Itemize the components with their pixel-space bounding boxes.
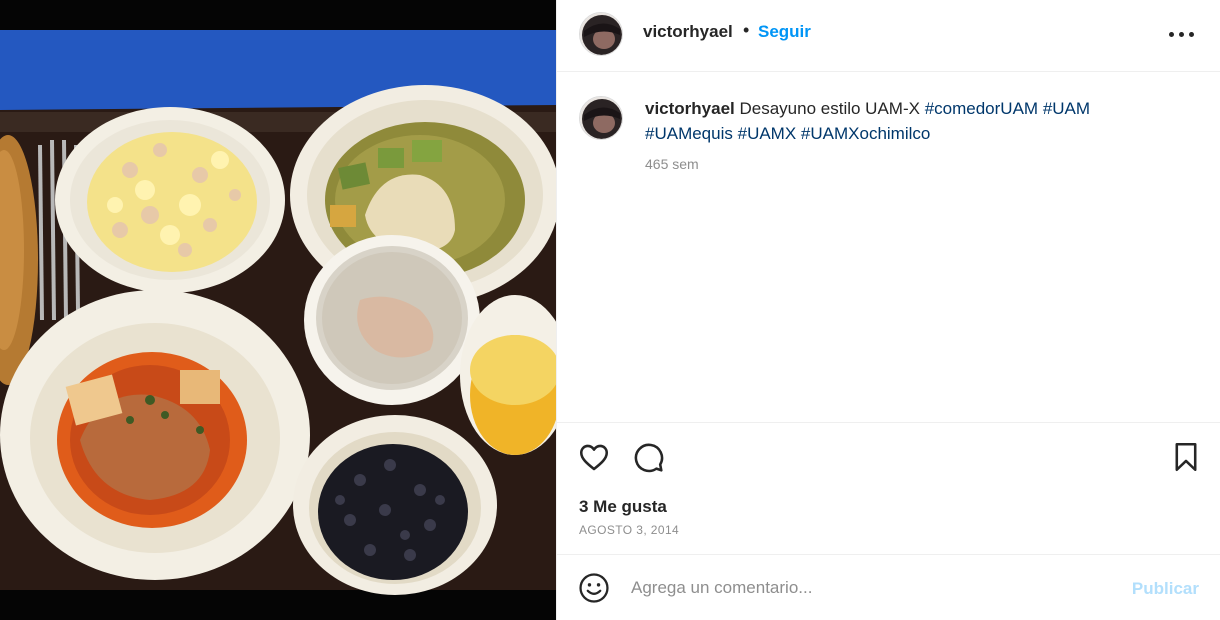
smiley-icon[interactable] (577, 571, 611, 605)
username-link[interactable]: victorhyael (643, 22, 733, 42)
caption-timestamp[interactable]: 465 sem (645, 156, 699, 172)
follow-button[interactable]: Seguir (758, 22, 811, 42)
bookmark-icon[interactable] (1169, 440, 1203, 474)
post-actions: 3 Me gusta AGOSTO 3, 2014 (557, 422, 1220, 552)
avatar[interactable] (579, 12, 623, 56)
comment-input[interactable] (631, 573, 1111, 603)
caption-username[interactable]: victorhyael (645, 99, 735, 118)
likes-count[interactable]: 3 Me gusta (579, 497, 667, 517)
food-tray-image (0, 0, 556, 620)
publish-button[interactable]: Publicar (1132, 579, 1199, 599)
hashtag-link[interactable]: #UAMXochimilco (801, 124, 930, 143)
comment-bubble-icon[interactable] (631, 440, 665, 474)
hashtag-link[interactable]: #UAM (1043, 99, 1090, 118)
avatar-image (580, 13, 622, 55)
comment-bar: Publicar (557, 554, 1220, 620)
caption-body: Desayuno estilo UAM-X (739, 99, 920, 118)
hashtag-link[interactable]: #UAMX (738, 124, 797, 143)
post-photo (0, 0, 556, 620)
caption-avatar[interactable] (579, 96, 623, 140)
hashtag-link[interactable]: #comedorUAM (925, 99, 1038, 118)
separator-dot: • (743, 20, 750, 40)
heart-icon[interactable] (577, 440, 611, 474)
post-side-panel: victorhyael • Seguir victorhyael Desayun… (556, 0, 1220, 620)
post-header: victorhyael • Seguir (557, 0, 1220, 72)
more-horizontal-icon[interactable] (1167, 20, 1197, 48)
hashtag-link[interactable]: #UAMequis (645, 124, 733, 143)
post-caption: victorhyael Desayuno estilo UAM-X #comed… (557, 72, 1220, 422)
post-date[interactable]: AGOSTO 3, 2014 (579, 523, 679, 537)
caption-text: victorhyael Desayuno estilo UAM-X #comed… (645, 96, 1165, 146)
avatar-image (580, 97, 622, 139)
